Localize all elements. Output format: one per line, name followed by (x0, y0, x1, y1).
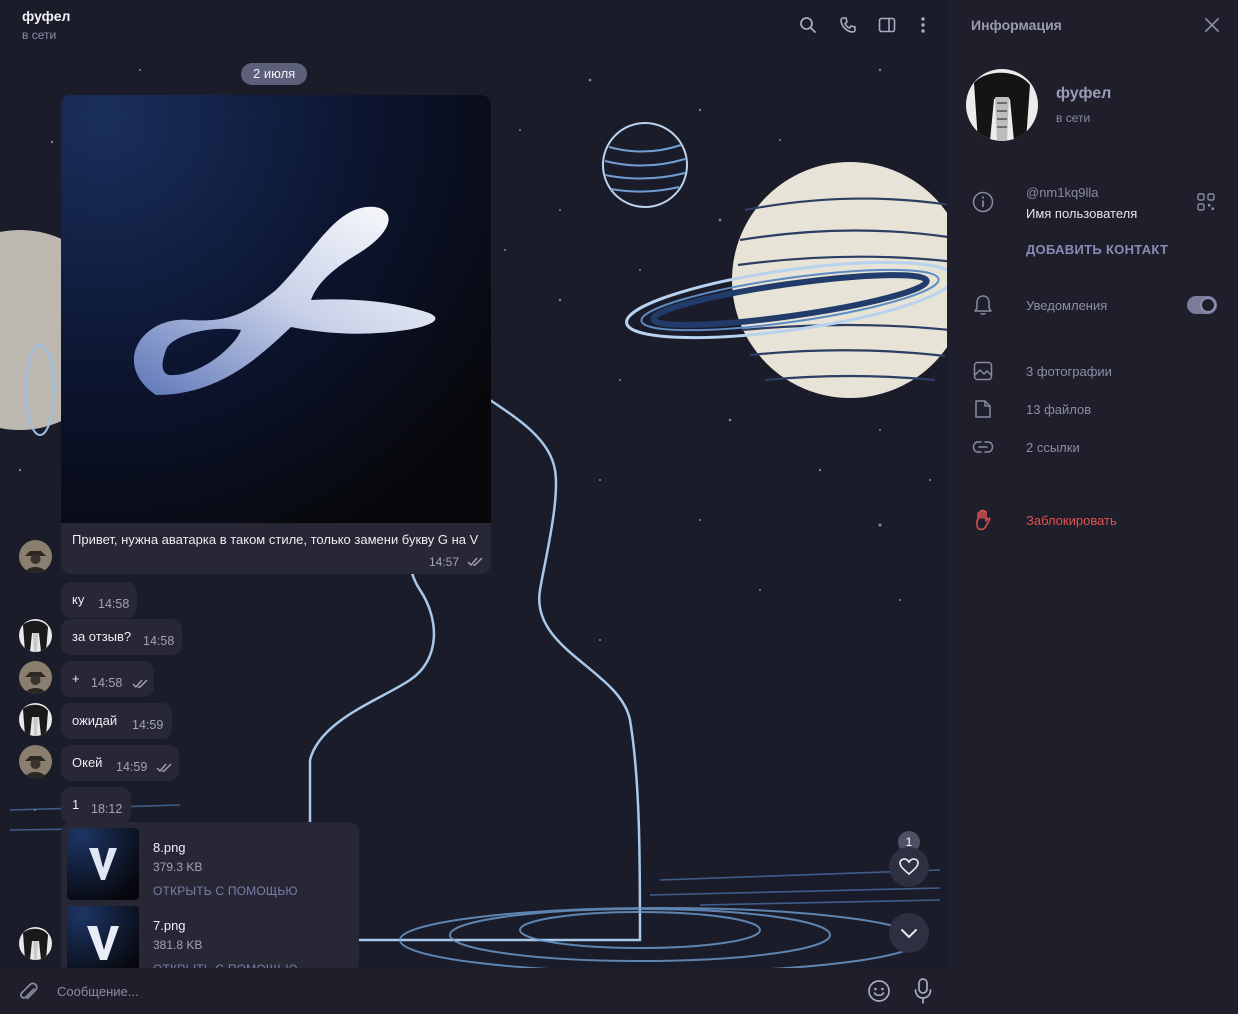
message-bubble[interactable]: ожидай 14:59 (61, 703, 172, 739)
profile-status: в сети (1056, 111, 1091, 125)
date-separator: 2 июля (241, 63, 308, 85)
info-panel: Информация фуфел в сети @nm1kq9lla Имя п… (947, 0, 1238, 1014)
info-icon (972, 191, 994, 213)
file-size: 381.8 KB (153, 938, 203, 952)
phone-icon[interactable] (837, 14, 859, 36)
scroll-down-button[interactable] (889, 913, 929, 953)
chevron-down-icon (901, 929, 917, 939)
microphone-icon[interactable] (913, 978, 933, 1004)
contact-avatar[interactable] (19, 927, 52, 960)
search-icon[interactable] (797, 14, 819, 36)
sidebar-toggle-icon[interactable] (876, 14, 898, 36)
add-contact-button[interactable]: ДОБАВИТЬ КОНТАКТ (1026, 242, 1168, 257)
message-bubble[interactable]: Окей 14:59 (61, 745, 179, 781)
file-thumbnail[interactable] (67, 828, 139, 900)
message-time: 14:59 (132, 718, 164, 732)
link-icon (972, 436, 994, 458)
files-link[interactable]: 13 файлов (1026, 402, 1091, 417)
message-time: 14:57 (428, 555, 459, 569)
chat-header: фуфел в сети (0, 0, 947, 52)
file-item[interactable]: 7.png 381.8 KB ОТКРЫТЬ С ПОМОЩЬЮ (67, 906, 359, 972)
chat-status: в сети (22, 28, 57, 42)
file-item[interactable]: 8.png 379.3 KB ОТКРЫТЬ С ПОМОЩЬЮ (67, 828, 359, 900)
message-caption: Привет, нужна аватарка в таком стиле, то… (72, 532, 479, 547)
file-name: 8.png (153, 840, 186, 855)
block-user-button[interactable]: Заблокировать (1026, 513, 1117, 528)
photo-icon (972, 360, 994, 382)
contact-avatar[interactable] (19, 703, 52, 736)
my-avatar[interactable] (19, 745, 52, 778)
message-text: + (72, 671, 80, 686)
qr-code-icon[interactable] (1197, 193, 1215, 211)
contact-avatar[interactable] (19, 619, 52, 652)
username-label: Имя пользователя (1026, 206, 1138, 221)
read-checks-icon (156, 763, 172, 773)
file-size: 379.3 KB (153, 860, 203, 874)
file-attachments: 8.png 379.3 KB ОТКРЫТЬ С ПОМОЩЬЮ 7.png 3… (61, 822, 359, 972)
message-text: ку (72, 592, 85, 607)
my-avatar[interactable] (19, 661, 52, 694)
message-bubble[interactable]: 1 18:12 (61, 787, 131, 823)
file-icon (972, 398, 994, 420)
message-time: 14:59 (116, 760, 148, 774)
profile-avatar[interactable] (966, 69, 1038, 141)
message-composer (0, 968, 947, 1014)
message-input[interactable] (57, 980, 837, 1002)
reactions-button[interactable] (889, 847, 929, 887)
chat-area: фуфел в сети 2 июля Привет, нужна аватар… (0, 0, 947, 1014)
message-bubble[interactable]: за отзыв? 14:58 (61, 619, 182, 655)
username[interactable]: @nm1kq9lla (1026, 185, 1098, 200)
my-avatar[interactable] (19, 540, 52, 573)
read-checks-icon (132, 679, 148, 689)
message-time: 14:58 (143, 634, 175, 648)
message-time: 18:12 (91, 802, 123, 816)
message-text: Окей (72, 755, 103, 770)
bell-icon (972, 294, 994, 316)
emoji-icon[interactable] (867, 979, 891, 1003)
close-icon[interactable] (1201, 14, 1223, 36)
message-time: 14:58 (91, 676, 123, 690)
more-menu-icon[interactable] (912, 14, 934, 36)
small-planet (602, 122, 688, 208)
heart-icon (899, 858, 919, 876)
notifications-toggle[interactable] (1187, 296, 1217, 314)
hand-stop-icon (972, 509, 994, 531)
message-text: за отзыв? (72, 629, 132, 644)
photos-link[interactable]: 3 фотографии (1026, 364, 1112, 379)
telegram-window: фуфел в сети 2 июля Привет, нужна аватар… (0, 0, 1238, 1014)
links-link[interactable]: 2 ссылки (1026, 440, 1080, 455)
message-bubble[interactable]: + 14:58 (61, 661, 154, 697)
info-title: Информация (971, 17, 1062, 33)
message-time: 14:58 (98, 597, 130, 611)
attached-image[interactable] (61, 95, 491, 523)
message-bubble[interactable]: ку 14:58 (61, 582, 137, 618)
message-text: ожидай (72, 713, 118, 728)
attach-icon[interactable] (18, 980, 40, 1002)
notifications-label: Уведомления (1026, 298, 1108, 313)
chat-title[interactable]: фуфел (22, 8, 70, 24)
read-checks-icon (467, 557, 483, 567)
file-thumbnail[interactable] (67, 906, 139, 972)
open-with-button[interactable]: ОТКРЫТЬ С ПОМОЩЬЮ (153, 884, 298, 898)
message-text: 1 (72, 797, 80, 812)
profile-name: фуфел (1056, 85, 1112, 102)
file-name: 7.png (153, 918, 186, 933)
image-message[interactable]: Привет, нужна аватарка в таком стиле, то… (61, 95, 491, 574)
